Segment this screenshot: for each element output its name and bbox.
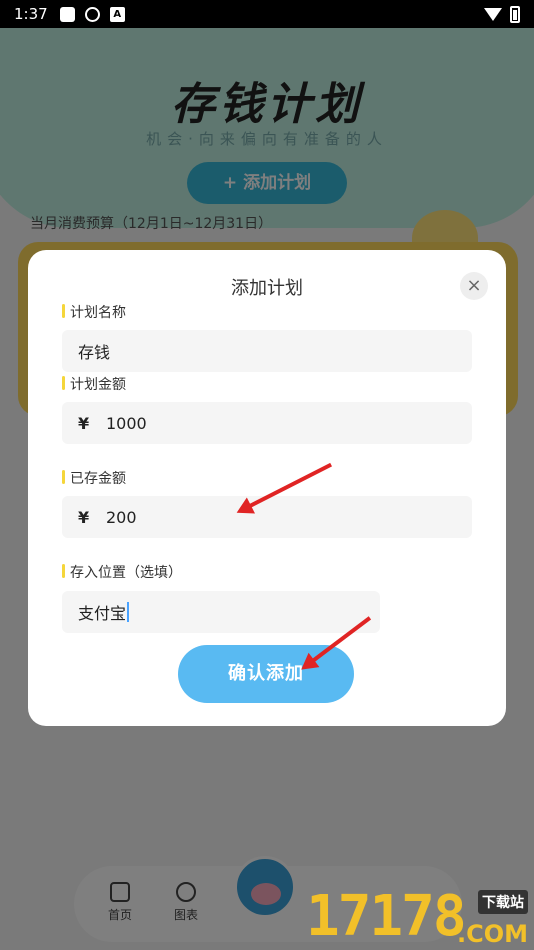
text-caret — [127, 602, 130, 622]
saved-amount-field[interactable]: ¥ 200 — [62, 496, 472, 538]
watermark-number: 17178 — [306, 884, 467, 949]
plan-name-value: 存钱 — [78, 343, 111, 362]
status-bar: 1:37 A — [0, 0, 534, 28]
location-label: 存入位置（选填） — [62, 562, 182, 582]
plan-amount-label: 计划金额 — [62, 374, 126, 394]
dialog-title: 添加计划 — [231, 278, 303, 299]
watermark-tag: 下载站 — [478, 890, 528, 914]
notification-square-icon — [59, 6, 75, 22]
saved-amount-value: 200 — [106, 507, 137, 527]
confirm-add-button[interactable]: 确认添加 — [178, 645, 354, 703]
wifi-icon — [484, 7, 502, 21]
location-value: 支付宝 — [78, 604, 127, 623]
yen-icon: ¥ — [78, 507, 90, 527]
watermark-domain: .COM — [456, 920, 528, 948]
notification-a-icon: A — [109, 6, 125, 22]
notification-sync-icon — [84, 6, 100, 22]
add-plan-dialog: 添加计划 × 计划名称 存钱 计划金额 ¥ 1000 已存金额 ¥ 200 存入… — [28, 250, 506, 726]
yen-icon: ¥ — [78, 413, 90, 433]
watermark: 17178 下载站 .COM — [306, 882, 534, 950]
plan-name-field[interactable]: 存钱 — [62, 330, 472, 372]
location-field[interactable]: 支付宝 — [62, 591, 380, 633]
status-time: 1:37 — [14, 5, 48, 23]
battery-icon — [510, 5, 520, 23]
plan-amount-field[interactable]: ¥ 1000 — [62, 402, 472, 444]
plan-amount-value: 1000 — [106, 413, 147, 433]
close-icon[interactable]: × — [460, 272, 488, 300]
plan-name-label: 计划名称 — [62, 302, 126, 322]
saved-amount-label: 已存金额 — [62, 468, 126, 488]
